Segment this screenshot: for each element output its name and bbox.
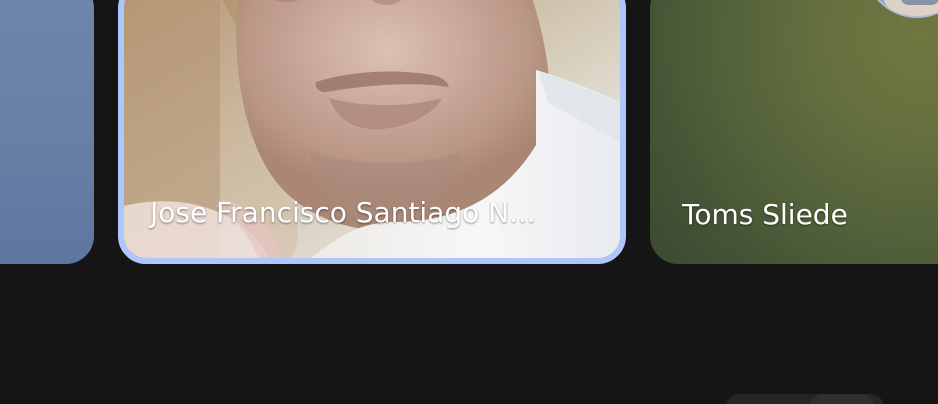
avatar [864, 0, 938, 18]
participant-tile-jose-francisco-santiago[interactable]: Jose Francisco Santiago N... [118, 0, 626, 264]
meeting-stage: Jose Francisco Santiago N... Toms Sliede [0, 0, 938, 404]
meeting-control-pill[interactable] [725, 394, 885, 404]
participant-tile-partial-left[interactable] [0, 0, 94, 264]
participant-name-label: Jose Francisco Santiago N... [150, 196, 536, 229]
participant-tile-toms-sliede[interactable]: Toms Sliede [650, 0, 938, 264]
participant-name-label: Toms Sliede [682, 198, 848, 231]
